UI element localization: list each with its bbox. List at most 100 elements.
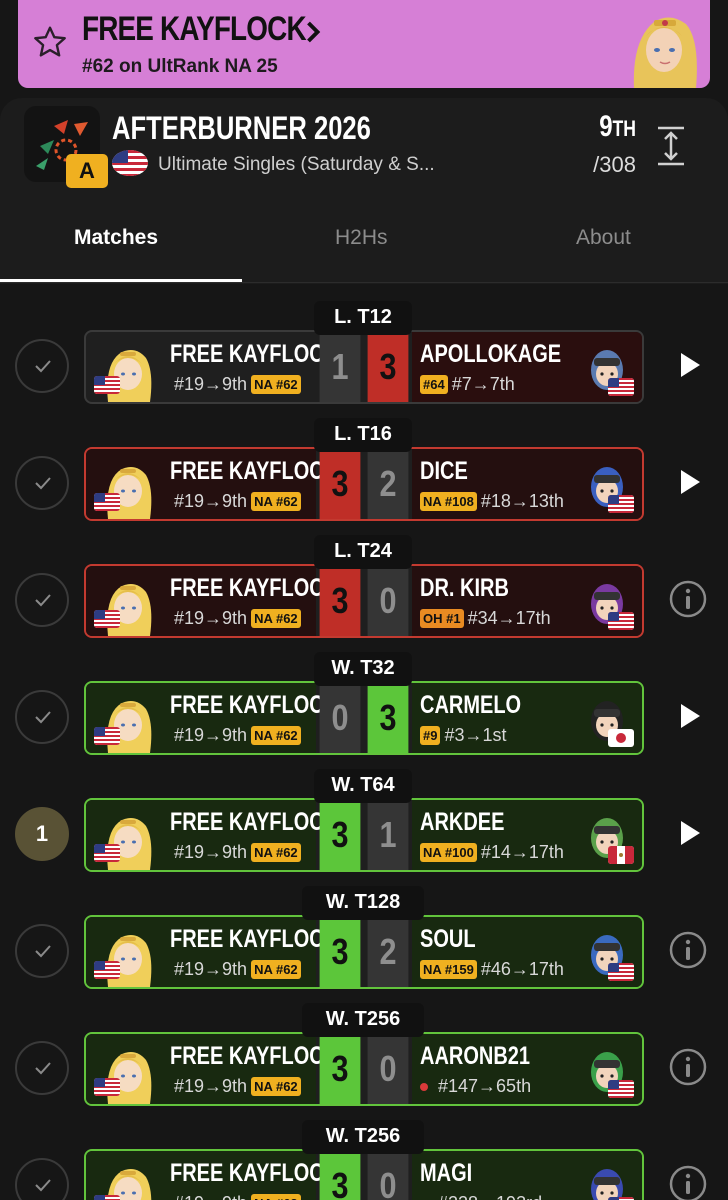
player-seed: #19→9thNA #62 [174, 959, 301, 980]
opponent-name[interactable]: DICE [420, 457, 468, 486]
match-row[interactable]: L. T24 FREE KAYFLOC... #19→9th NA #62 3 0 DR. … [0, 535, 728, 652]
match-row[interactable]: W. T32 FREE KAYFLOC... #19→9th NA #62 0 3 CARM… [0, 652, 728, 769]
player-seed: #19→9thNA #62 [174, 1193, 301, 1200]
player-banner[interactable]: FREE KAYFLOCK #62 on UltRank NA 25 [18, 0, 710, 88]
match-card[interactable]: FREE KAYFLOC... #19→9th NA #62 1 3 APOLLOKAGE… [84, 330, 644, 404]
status-dot-icon [420, 1082, 428, 1091]
jp-flag-icon [608, 729, 634, 747]
check-icon [35, 360, 51, 373]
event-header: A AFTERBURNER 2026 Ultimate Singles (Sat… [0, 98, 728, 284]
opponent-rank-badge: NA #100 [420, 843, 477, 862]
opponent-name[interactable]: SOUL [420, 925, 476, 954]
banner-ranking: #62 on UltRank NA 25 [82, 56, 278, 77]
info-icon[interactable] [662, 573, 714, 625]
info-icon[interactable] [662, 924, 714, 976]
check-icon [35, 945, 51, 958]
opponent-seed: #64 #7→7th [420, 374, 515, 395]
opponent-name[interactable]: APOLLOKAGE [420, 340, 561, 369]
match-card[interactable]: FREE KAYFLOC... #19→9th NA #62 3 1 ARKDEE NA #… [84, 798, 644, 872]
match-row[interactable]: W. T256 FREE KAYFLOC... #19→9thNA #62 30 MAG… [0, 1120, 728, 1200]
tier-badge: A [66, 154, 108, 188]
player-score: 3 [319, 449, 361, 519]
opponent-seed: NA #108 #18→13th [420, 491, 564, 512]
opponent-name[interactable]: MAGI [420, 1159, 472, 1188]
us-flag-icon [94, 1078, 120, 1096]
match-card[interactable]: FREE KAYFLOC... #19→9thNA #62 30 MAGI #228→1… [84, 1149, 644, 1200]
status-check[interactable] [15, 573, 69, 627]
player-seed: #19→9thNA #62 [174, 1076, 301, 1097]
us-flag-icon [94, 961, 120, 979]
player-rank-badge: NA #62 [251, 726, 301, 745]
opponent-rank-badge: NA #108 [420, 492, 477, 511]
player-name: FREE KAYFLOC... [170, 1042, 341, 1070]
status-check[interactable] [15, 1158, 69, 1200]
player-rank-badge: NA #62 [251, 843, 301, 862]
tab-h2hs[interactable]: H2Hs [335, 226, 388, 250]
status-check[interactable] [15, 924, 69, 978]
player-name: FREE KAYFLOC... [170, 574, 341, 602]
play-icon[interactable] [662, 339, 714, 391]
match-card[interactable]: FREE KAYFLOC... #19→9th NA #62 3 2 SOUL NA #15… [84, 915, 644, 989]
match-card[interactable]: FREE KAYFLOC... #19→9th NA #62 3 0 DR. KIRB OH… [84, 564, 644, 638]
match-row[interactable]: W. T128 FREE KAYFLOC... #19→9th NA #62 3 2 SOU… [0, 886, 728, 1003]
star-icon[interactable] [32, 24, 68, 60]
info-icon[interactable] [662, 1158, 714, 1200]
us-flag-icon [112, 150, 148, 176]
match-row[interactable]: L. T12 FREE KAYFLOC... #19→9th NA #62 1 3 APOL… [0, 301, 728, 418]
player-seed: #19→9thNA #62 [174, 608, 301, 629]
opponent-seed: NA #159 #46→17th [420, 959, 564, 980]
opponent-name[interactable]: DR. KIRB [420, 574, 509, 603]
opponent-score: 1 [367, 800, 409, 870]
match-card[interactable]: FREE KAYFLOC... #19→9th NA #62 3 2 DICE NA #10… [84, 447, 644, 521]
player-seed: #19→9thNA #62 [174, 374, 301, 395]
info-icon[interactable] [662, 1041, 714, 1093]
entrant-total: /308 [593, 152, 636, 177]
opponent-name[interactable]: ARKDEE [420, 808, 504, 837]
round-label: L. T24 [314, 535, 412, 569]
match-row[interactable]: 1 W. T64 FREE KAYFLOC... #19→9th NA #62 3 1 ARK… [0, 769, 728, 886]
player-name: FREE KAYFLOC... [170, 1159, 341, 1187]
match-row[interactable]: W. T256 FREE KAYFLOC... #19→9th NA #62 3 0 AAR… [0, 1003, 728, 1120]
player-score: 3 [319, 566, 361, 636]
player-score: 3 [319, 1151, 361, 1200]
player-seed: #19→9thNA #62 [174, 725, 301, 746]
check-icon [35, 594, 51, 607]
player-seed: #19→9thNA #62 [174, 842, 301, 863]
opponent-name[interactable]: CARMELO [420, 691, 521, 720]
us-flag-icon [94, 1195, 120, 1200]
us-flag-icon [94, 376, 120, 394]
opponent-rank-badge: #9 [420, 726, 441, 745]
status-check[interactable] [15, 339, 69, 393]
tab-bar: Matches H2Hs About [0, 218, 728, 284]
status-number[interactable]: 1 [15, 807, 69, 861]
tab-matches[interactable]: Matches [74, 226, 158, 250]
status-check[interactable] [15, 456, 69, 510]
us-flag-icon [608, 495, 634, 513]
status-check[interactable] [15, 1041, 69, 1095]
match-card[interactable]: FREE KAYFLOC... #19→9th NA #62 3 0 AARONB21 #1… [84, 1032, 644, 1106]
player-name: FREE KAYFLOC... [170, 340, 341, 368]
opponent-name[interactable]: AARONB21 [420, 1042, 530, 1071]
player-seed: #19→9thNA #62 [174, 491, 301, 512]
round-label: W. T256 [302, 1003, 424, 1037]
match-row[interactable]: L. T16 FREE KAYFLOC... #19→9th NA #62 3 2 DICE… [0, 418, 728, 535]
expand-icon[interactable] [654, 124, 688, 168]
match-card[interactable]: FREE KAYFLOC... #19→9th NA #62 0 3 CARMELO #9 #… [84, 681, 644, 755]
play-icon[interactable] [662, 690, 714, 742]
player-avatar [94, 1155, 152, 1200]
event-title: AFTERBURNER 2026 [112, 110, 371, 146]
check-icon [35, 711, 51, 724]
player-name: FREE KAYFLOC... [170, 808, 341, 836]
round-label: L. T16 [314, 418, 412, 452]
round-label: L. T12 [314, 301, 412, 335]
opponent-rank-badge: OH #1 [420, 609, 464, 628]
player-name: FREE KAYFLOC... [170, 925, 341, 953]
event-subtitle: Ultimate Singles (Saturday & S... [158, 154, 435, 175]
opponent-seed: #147→65th [420, 1076, 531, 1097]
opponent-score: 0 [367, 1034, 409, 1104]
tab-about[interactable]: About [576, 226, 631, 250]
play-icon[interactable] [662, 456, 714, 508]
opponent-seed: OH #1 #34→17th [420, 608, 551, 629]
play-icon[interactable] [662, 807, 714, 859]
status-check[interactable] [15, 690, 69, 744]
